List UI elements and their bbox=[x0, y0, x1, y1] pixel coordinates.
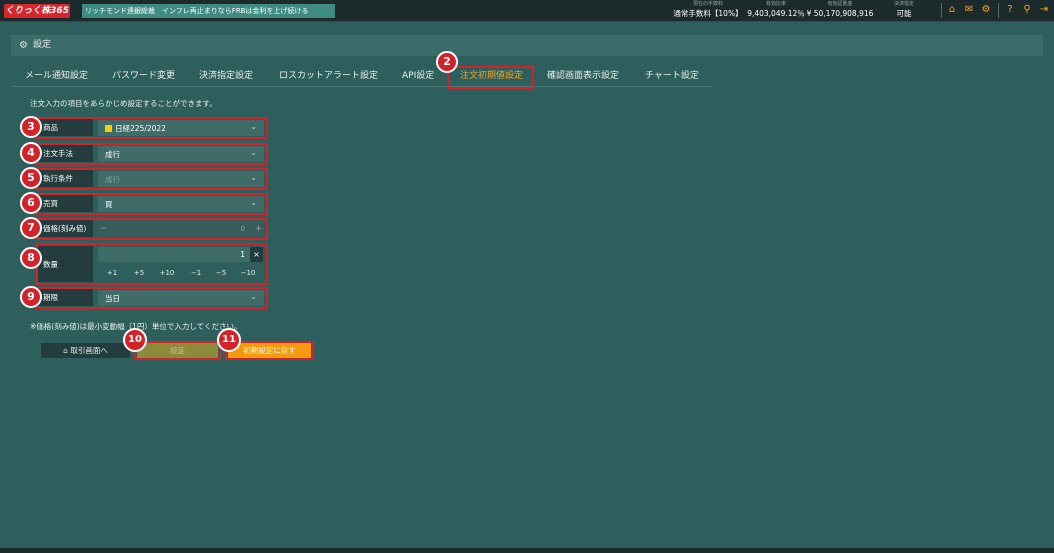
tab-password[interactable]: パスワード変更 bbox=[112, 71, 175, 82]
user-icon[interactable]: ⚲ bbox=[1021, 4, 1033, 16]
highlight-box bbox=[36, 143, 268, 165]
fee-stat: 現在の手数料 通常手数料【10%】 bbox=[673, 1, 743, 18]
highlight-box bbox=[447, 66, 534, 89]
tab-underline bbox=[11, 86, 711, 87]
highlight-box bbox=[134, 341, 221, 360]
divider bbox=[998, 3, 999, 18]
home-icon[interactable]: ⌂ bbox=[946, 4, 958, 16]
step-badge: 11 bbox=[217, 328, 241, 352]
highlight-box bbox=[36, 168, 268, 190]
step-badge: 5 bbox=[20, 167, 42, 189]
app-logo: くりっく株365 bbox=[4, 4, 70, 18]
highlight-box bbox=[36, 117, 268, 139]
step-badge: 10 bbox=[123, 328, 147, 352]
tab-api[interactable]: API設定 bbox=[402, 71, 434, 82]
settings-gear-icon: ⚙ bbox=[19, 40, 28, 51]
highlight-box bbox=[36, 243, 268, 285]
description: 注文入力の項目をあらかじめ設定することができます。 bbox=[30, 99, 217, 108]
step-badge: 6 bbox=[20, 192, 42, 214]
bottom-bar bbox=[0, 548, 1054, 553]
settlement-stat: 決済指定 可能 bbox=[893, 1, 914, 18]
settings-panel-header bbox=[11, 35, 1043, 56]
tab-settlement[interactable]: 決済指定設定 bbox=[199, 71, 253, 82]
step-badge: 7 bbox=[20, 217, 42, 239]
mail-icon[interactable]: ✉ bbox=[963, 4, 975, 16]
highlight-box bbox=[36, 218, 268, 240]
tab-losscut-alert[interactable]: ロスカットアラート設定 bbox=[279, 71, 378, 82]
tab-chart[interactable]: チャート設定 bbox=[645, 71, 699, 82]
ratio-stat: 有効比率 9,403,049.12％ bbox=[747, 1, 805, 18]
gear-icon[interactable]: ⚙ bbox=[980, 4, 992, 16]
news-ticker[interactable]: リッチモンド連銀総裁 インフレ再止まりならFRBは金利を上げ続ける bbox=[82, 4, 335, 18]
divider bbox=[941, 3, 942, 18]
step-badge: 4 bbox=[20, 142, 42, 164]
margin-stat: 有効証拠金 ¥ 50,170,908,916 bbox=[806, 1, 874, 18]
highlight-box bbox=[36, 287, 268, 309]
step-badge: 9 bbox=[20, 286, 42, 308]
step-badge: 2 bbox=[436, 51, 458, 73]
help-icon[interactable]: ? bbox=[1004, 4, 1016, 16]
step-badge: 3 bbox=[20, 116, 42, 138]
step-badge: 8 bbox=[20, 247, 42, 269]
highlight-box bbox=[36, 193, 268, 215]
tab-mail-notification[interactable]: メール通知設定 bbox=[25, 71, 88, 82]
page-title: 設定 bbox=[33, 40, 52, 50]
back-to-trading-button[interactable]: ⌂ 取引画面へ bbox=[41, 343, 130, 358]
logout-icon[interactable]: ⇥ bbox=[1038, 4, 1050, 16]
top-bar: くりっく株365 リッチモンド連銀総裁 インフレ再止まりならFRBは金利を上げ続… bbox=[0, 0, 1054, 22]
tab-confirm-screen[interactable]: 確認画面表示設定 bbox=[547, 71, 619, 82]
home-icon: ⌂ bbox=[63, 346, 68, 355]
